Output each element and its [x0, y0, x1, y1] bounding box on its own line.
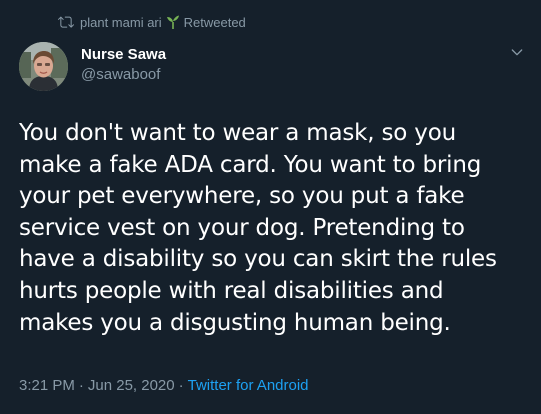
- tweet-text-line: You don't want to wear a mask, so you: [19, 120, 456, 146]
- avatar-photo: [19, 42, 68, 91]
- tweet-date[interactable]: Jun 25, 2020: [88, 377, 175, 394]
- retweet-icon: [58, 16, 74, 28]
- retweeter-name[interactable]: plant mami ari: [80, 15, 162, 30]
- chevron-down-icon[interactable]: [509, 44, 525, 60]
- tweet-text-line: hurts people with real disabilities and: [19, 277, 444, 304]
- meta-separator: ·: [178, 377, 184, 394]
- tweet-time[interactable]: 3:21 PM: [19, 377, 75, 394]
- meta-separator: ·: [78, 377, 84, 394]
- tweet-meta: 3:21 PM · Jun 25, 2020 · Twitter for Android: [19, 377, 309, 394]
- tweet-text-line: have a disability so you can skirt the r…: [19, 246, 497, 273]
- retweet-context: plant mami ari Retweeted: [58, 12, 246, 32]
- tweet-card[interactable]: plant mami ari Retweeted Nurse Sawa @saw…: [0, 0, 541, 414]
- retweeted-label: Retweeted: [183, 14, 246, 30]
- seedling-icon: [166, 15, 179, 29]
- tweet-text: You don't want to wear a mask, so you ma…: [19, 118, 531, 339]
- tweet-text-line: service vest on your dog. Pretending to: [19, 214, 465, 241]
- tweet-text-line: your pet everywhere, so you put a fake: [19, 183, 465, 210]
- author-display-name[interactable]: Nurse Sawa: [81, 46, 166, 63]
- tweet-text-line: make a fake ADA card. You want to bring: [19, 151, 482, 178]
- author-handle[interactable]: @sawaboof: [81, 66, 160, 83]
- tweet-text-line: makes you a disgusting human being.: [19, 309, 451, 336]
- tweet-source-link[interactable]: Twitter for Android: [188, 377, 309, 394]
- avatar[interactable]: [19, 42, 68, 91]
